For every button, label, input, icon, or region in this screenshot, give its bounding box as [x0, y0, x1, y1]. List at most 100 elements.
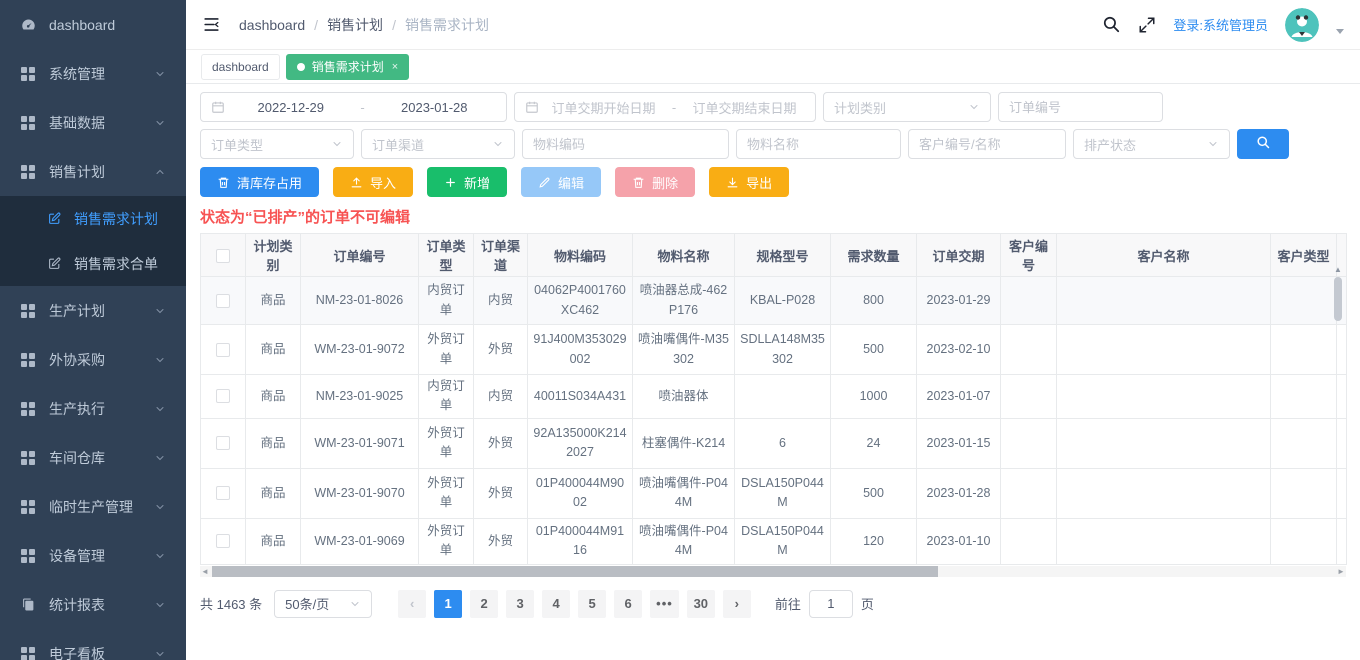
tab-dashboard[interactable]: dashboard	[201, 54, 280, 80]
search-icon[interactable]	[1102, 15, 1121, 34]
table-row[interactable]: 商品NM-23-01-8026内贸订单内贸04062P4001760XC462喷…	[201, 277, 1347, 325]
cell-order-no: NM-23-01-9025	[301, 375, 419, 419]
material-name-input[interactable]	[736, 129, 901, 159]
scroll-right-arrow[interactable]: ►	[1336, 566, 1346, 577]
export-button[interactable]: 导出	[709, 167, 789, 197]
cell-customer-name	[1057, 375, 1271, 419]
delivery-date-range-picker[interactable]: 订单交期开始日期 - 订单交期结束日期	[514, 92, 816, 122]
horizontal-scrollbar-thumb[interactable]	[212, 566, 938, 577]
edit-button[interactable]: 编辑	[521, 167, 601, 197]
fullscreen-icon[interactable]	[1138, 16, 1156, 34]
search-button[interactable]	[1237, 129, 1289, 159]
cell-customer-no	[1001, 468, 1057, 518]
cell-demand-qty: 24	[831, 418, 917, 468]
col-order-channel: 订单渠道	[474, 234, 528, 277]
row-checkbox[interactable]	[216, 486, 230, 500]
more-pages-button[interactable]: •••	[650, 590, 679, 618]
breadcrumb-item[interactable]: 销售计划	[327, 15, 383, 35]
delete-button[interactable]: 删除	[615, 167, 695, 197]
row-checkbox[interactable]	[216, 534, 230, 548]
cell-customer-type	[1271, 518, 1337, 564]
sidebar-item-label: 车间仓库	[49, 448, 154, 468]
sidebar-collapse-icon[interactable]	[202, 15, 221, 34]
sidebar-item-workshop-warehouse[interactable]: 车间仓库	[0, 433, 186, 482]
table-row[interactable]: 商品WM-23-01-9072外贸订单外贸91J400M353029002喷油嘴…	[201, 325, 1347, 375]
cell-customer-name	[1057, 325, 1271, 375]
close-icon[interactable]: ×	[392, 61, 398, 73]
sidebar-item-sales-plan[interactable]: 销售计划	[0, 147, 186, 196]
order-channel-select[interactable]: 订单渠道	[361, 129, 515, 159]
schedule-status-select[interactable]: 排产状态	[1073, 129, 1230, 159]
select-all-checkbox[interactable]	[216, 249, 230, 263]
trash-icon	[217, 176, 230, 189]
table-row[interactable]: 商品WM-23-01-9069外贸订单外贸01P400044M9116喷油嘴偶件…	[201, 518, 1347, 564]
order-no-input[interactable]	[998, 92, 1163, 122]
cell-demand-qty: 120	[831, 518, 917, 564]
sidebar-item-temp-production-mgmt[interactable]: 临时生产管理	[0, 482, 186, 531]
table-row[interactable]: 商品NM-23-01-9025内贸订单内贸40011S034A431喷油器体10…	[201, 375, 1347, 419]
sidebar-item-outsourcing-purchase[interactable]: 外协采购	[0, 335, 186, 384]
vertical-scrollbar-thumb[interactable]	[1334, 277, 1342, 321]
page-button-30[interactable]: 30	[687, 590, 715, 618]
sidebar-item-sales-demand-plan[interactable]: 销售需求计划	[0, 196, 186, 241]
page-button-6[interactable]: 6	[614, 590, 642, 618]
sidebar-item-production-plan[interactable]: 生产计划	[0, 286, 186, 335]
table-row[interactable]: 商品WM-23-01-9071外贸订单外贸92A135000K2142027柱塞…	[201, 418, 1347, 468]
cell-order-type: 外贸订单	[419, 418, 474, 468]
button-label: 导出	[746, 173, 772, 192]
chevron-down-icon	[154, 452, 166, 464]
sidebar-item-production-exec[interactable]: 生产执行	[0, 384, 186, 433]
chevron-down-icon	[492, 138, 504, 150]
customer-input[interactable]	[908, 129, 1066, 159]
scroll-up-arrow[interactable]: ▲	[1332, 265, 1344, 275]
sidebar-item-equipment-mgmt[interactable]: 设备管理	[0, 531, 186, 580]
select-placeholder: 排产状态	[1084, 135, 1136, 154]
sidebar-item-e-board[interactable]: 电子看板	[0, 629, 186, 660]
button-label: 新增	[464, 173, 490, 192]
row-checkbox[interactable]	[216, 389, 230, 403]
page-button-4[interactable]: 4	[542, 590, 570, 618]
plan-type-select[interactable]: 计划类别	[823, 92, 991, 122]
login-user-label[interactable]: 登录:系统管理员	[1173, 15, 1268, 34]
page-size-select[interactable]: 50条/页	[274, 590, 372, 618]
sidebar-item-dashboard[interactable]: dashboard	[0, 0, 186, 49]
create-date-range-picker[interactable]: 2022-12-29 - 2023-01-28	[200, 92, 507, 122]
page-button-2[interactable]: 2	[470, 590, 498, 618]
button-label: 删除	[652, 173, 678, 192]
cell-material-code: 01P400044M9116	[528, 518, 633, 564]
sidebar-item-base-data[interactable]: 基础数据	[0, 98, 186, 147]
row-checkbox[interactable]	[216, 343, 230, 357]
chevron-down-icon[interactable]	[1336, 29, 1344, 34]
clear-stock-occupy-button[interactable]: 清库存占用	[200, 167, 319, 197]
goto-page-input[interactable]	[809, 590, 853, 618]
sidebar-item-stats-report[interactable]: 统计报表	[0, 580, 186, 629]
upload-icon	[350, 176, 363, 189]
prev-page-button[interactable]: ‹	[398, 590, 426, 618]
row-checkbox[interactable]	[216, 294, 230, 308]
avatar[interactable]	[1285, 8, 1319, 42]
cell-demand-qty: 1000	[831, 375, 917, 419]
page-button-1[interactable]: 1	[434, 590, 462, 618]
edit-restriction-warning: 状态为“已排产”的订单不可编辑	[200, 206, 1346, 227]
page-button-5[interactable]: 5	[578, 590, 606, 618]
cell-demand-qty: 500	[831, 325, 917, 375]
breadcrumb-item[interactable]: dashboard	[239, 17, 305, 33]
page-button-3[interactable]: 3	[506, 590, 534, 618]
sidebar-item-system-mgmt[interactable]: 系统管理	[0, 49, 186, 98]
scroll-left-arrow[interactable]: ◄	[200, 566, 210, 577]
table-row[interactable]: 商品WM-23-01-9070外贸订单外贸01P400044M9002喷油嘴偶件…	[201, 468, 1347, 518]
chevron-down-icon	[154, 403, 166, 415]
sidebar-item-sales-demand-merge[interactable]: 销售需求合单	[0, 241, 186, 286]
cell-plan-type: 商品	[246, 325, 301, 375]
grid-icon	[20, 402, 36, 416]
add-button[interactable]: 新增	[427, 167, 507, 197]
total-count-label: 共 1463 条	[200, 594, 262, 613]
row-checkbox[interactable]	[216, 436, 230, 450]
next-page-button[interactable]: ›	[723, 590, 751, 618]
pencil-icon	[538, 176, 551, 189]
tab-active销售需求计划[interactable]: 销售需求计划×	[286, 54, 409, 80]
import-button[interactable]: 导入	[333, 167, 413, 197]
material-code-input[interactable]	[522, 129, 729, 159]
order-type-select[interactable]: 订单类型	[200, 129, 354, 159]
grid-icon	[20, 304, 36, 318]
